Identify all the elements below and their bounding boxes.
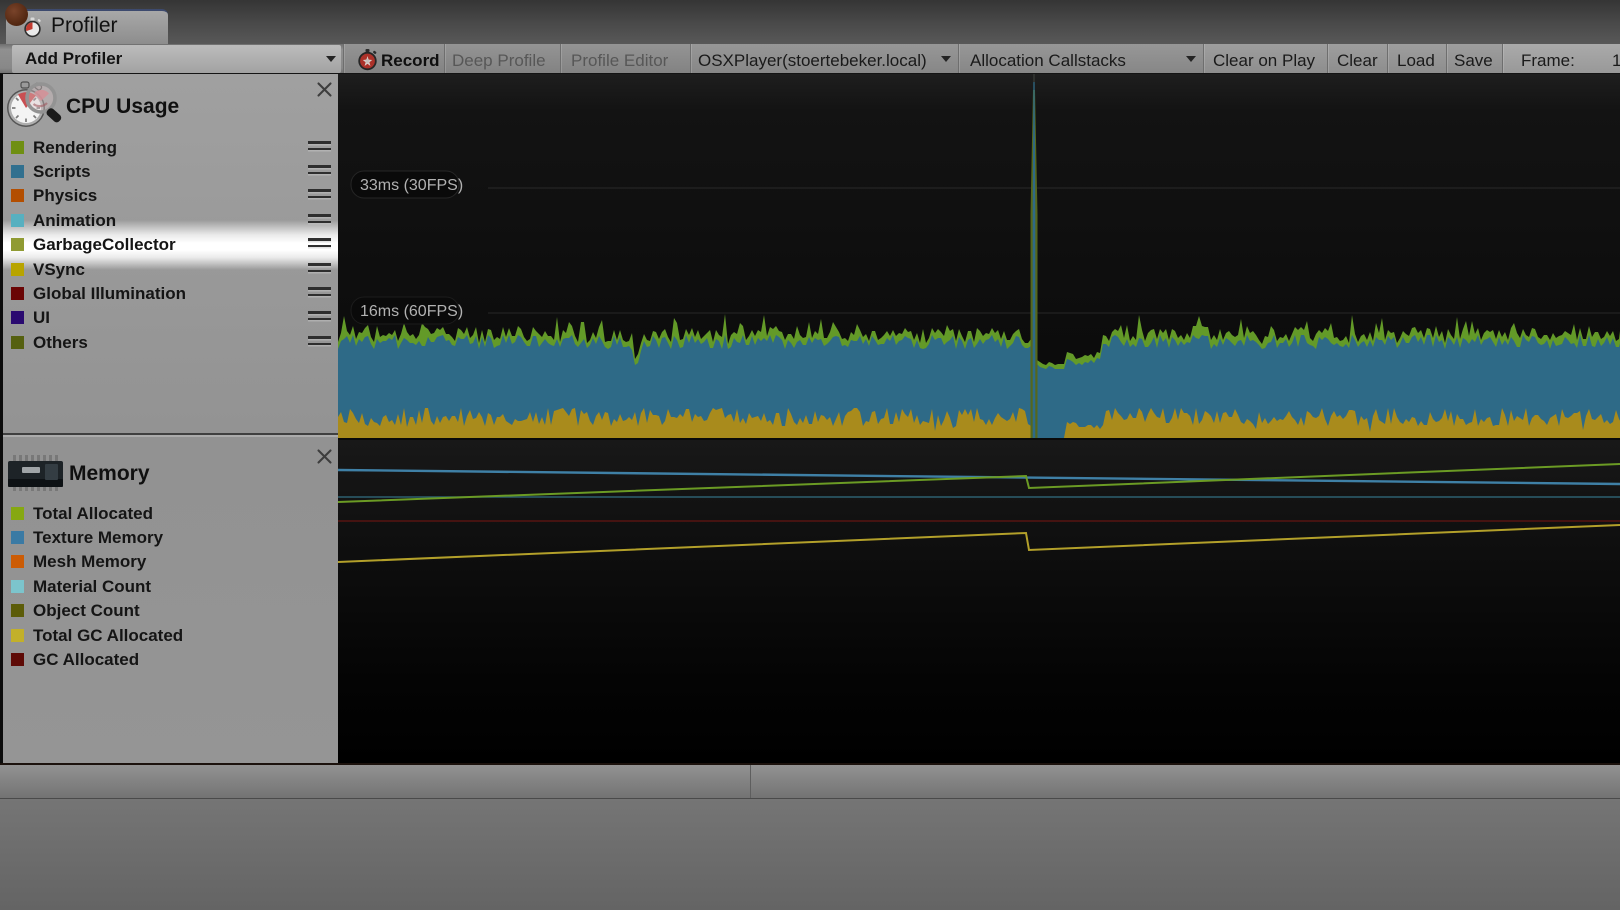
- svg-text:16ms (60FPS): 16ms (60FPS): [360, 303, 463, 320]
- svg-text:33ms (30FPS): 33ms (30FPS): [360, 177, 463, 194]
